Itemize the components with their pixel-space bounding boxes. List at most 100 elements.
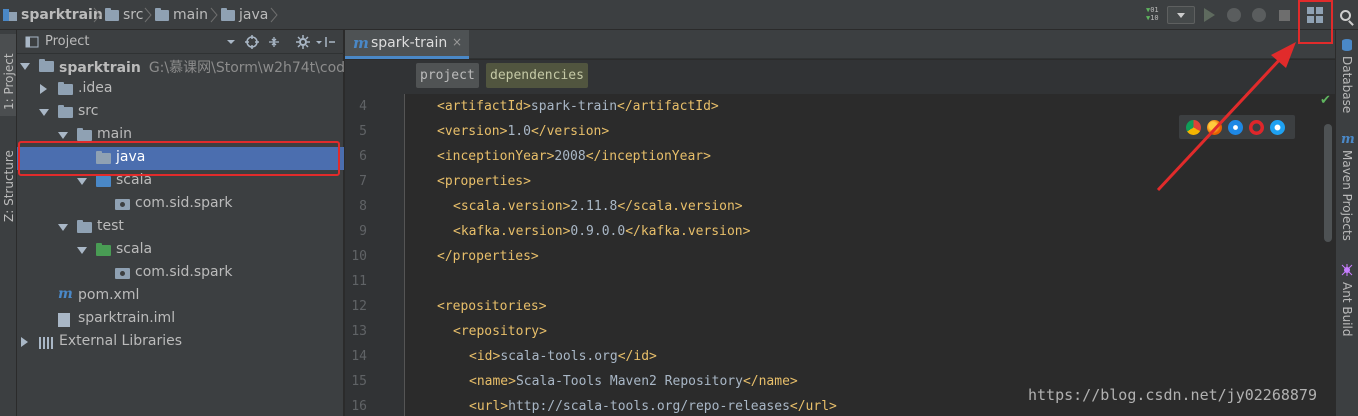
xml-breadcrumb-dependencies[interactable]: dependencies [486, 63, 588, 88]
package-icon [115, 199, 130, 210]
line-number: 13 [351, 324, 367, 339]
chrome-icon[interactable] [1186, 119, 1201, 135]
xml-tag: <inceptionYear> [437, 149, 555, 164]
xml-breadcrumb-bar: project dependencies [345, 60, 1335, 94]
source-folder-icon [96, 174, 111, 187]
nav-crumb-project[interactable]: sparktrain [3, 0, 103, 30]
line-number: 10 [351, 249, 367, 264]
chevron-right-icon [144, 7, 152, 23]
folder-icon [58, 105, 73, 118]
locate-target-icon[interactable] [245, 35, 259, 49]
project-panel-title[interactable]: Project [45, 34, 89, 49]
nav-crumb-main[interactable]: main [155, 0, 208, 30]
tree-row[interactable]: src [17, 101, 344, 124]
safari-icon[interactable] [1228, 119, 1243, 135]
nav-crumb-java[interactable]: java [221, 0, 268, 30]
nav-crumb-src[interactable]: src [105, 0, 143, 30]
nav-crumb-label: src [123, 7, 144, 23]
tool-tab-maven-projects[interactable]: Maven Projects [1340, 150, 1354, 241]
xml-text: 2.11.8 [570, 199, 618, 214]
gear-icon[interactable] [296, 35, 310, 49]
run-button[interactable] [1199, 5, 1219, 25]
line-number: 8 [359, 199, 367, 214]
xml-tag: </properties> [437, 249, 539, 264]
xml-tag: </inceptionYear> [585, 149, 711, 164]
chevron-down-icon[interactable] [20, 63, 30, 70]
line-number: 4 [359, 99, 367, 114]
tree-row-label: src [78, 103, 98, 119]
tool-tab-database[interactable]: Database [1340, 56, 1354, 113]
tree-row[interactable]: com.sid.spark [17, 262, 344, 285]
chevron-down-icon[interactable] [58, 132, 68, 139]
no-errors-check-icon: ✔ [1320, 93, 1331, 108]
xml-text: 2008 [554, 149, 586, 164]
chevron-down-icon[interactable] [77, 178, 87, 185]
tree-item-name: pom.xml [78, 287, 140, 303]
code-editor[interactable]: <artifactId>spark-train</artifactId> <ver… [406, 94, 1318, 416]
chevron-right-icon [93, 7, 101, 23]
code-line: <url>http://scala-tools.org/repo-release… [469, 399, 837, 414]
project-panel: Project sparktrain G:\慕课网\Storm\w2h74t\co… [17, 30, 344, 416]
xml-text: 0.9.0.0 [570, 224, 626, 239]
tool-tab-structure[interactable]: Z: Structure [2, 150, 16, 222]
navigation-bar: sparktrain src main java ▼01 ▼10 [0, 0, 1358, 30]
ant-icon [1341, 264, 1353, 276]
folder-icon [77, 128, 92, 141]
opera-icon[interactable] [1249, 119, 1264, 135]
tree-row[interactable]: External Libraries [17, 331, 344, 354]
tree-row[interactable]: sparktrain G:\慕课网\Storm\w2h74t\code\ [17, 55, 344, 78]
tree-row[interactable]: scala [17, 239, 344, 262]
tree-item-name: External Libraries [59, 333, 182, 349]
tree-row-label: scala [116, 241, 152, 257]
maven-icon: m [353, 34, 369, 52]
tree-row[interactable]: sparktrain.iml [17, 308, 344, 331]
xml-text: Scala-Tools Maven2 Repository [515, 374, 743, 389]
xml-breadcrumb-project[interactable]: project [416, 63, 479, 88]
chevron-right-icon[interactable] [40, 84, 47, 94]
maven-icon: m [58, 286, 73, 302]
project-panel-header: Project [17, 30, 344, 54]
firefox-icon[interactable] [1207, 119, 1222, 135]
chevron-down-icon[interactable] [39, 109, 49, 116]
tree-row[interactable]: com.sid.spark [17, 193, 344, 216]
line-number: 9 [359, 224, 367, 239]
xml-tag: <url> [469, 399, 509, 414]
chevron-down-icon [1177, 12, 1185, 18]
editor-tab-spark-train[interactable]: m spark-train × [345, 30, 469, 59]
collapse-all-icon[interactable] [267, 35, 281, 49]
chevron-down-icon[interactable] [58, 224, 68, 231]
line-number: 6 [359, 149, 367, 164]
right-tool-strip: Database m Maven Projects Ant Build [1335, 30, 1358, 416]
search-everywhere-button[interactable] [1335, 5, 1355, 25]
tree-row[interactable]: .idea [17, 78, 344, 101]
chevron-down-icon[interactable] [224, 35, 238, 49]
close-icon[interactable]: × [452, 35, 462, 49]
debug-button[interactable] [1224, 5, 1244, 25]
code-line: <version>1.0</version> [437, 124, 609, 139]
hide-panel-icon[interactable] [323, 35, 337, 49]
tree-row[interactable]: m pom.xml [17, 285, 344, 308]
build-project-icon[interactable]: ▼01 ▼10 [1146, 6, 1159, 22]
run-configuration-dropdown[interactable] [1167, 6, 1195, 24]
tool-tab-ant-build[interactable]: Ant Build [1340, 282, 1354, 336]
code-line: <scala.version>2.11.8</scala.version> [453, 199, 743, 214]
nav-crumb-label: sparktrain [21, 7, 103, 23]
bug-icon [1227, 8, 1241, 22]
line-number: 14 [351, 349, 367, 364]
tree-row[interactable]: test [17, 216, 344, 239]
folder-icon [105, 7, 119, 21]
stop-button[interactable] [1274, 5, 1294, 25]
project-path: G:\慕课网\Storm\w2h74t\code\ [148, 60, 344, 76]
code-line: <artifactId>spark-train</artifactId> [437, 99, 719, 114]
internet-explorer-icon[interactable] [1270, 119, 1285, 135]
chevron-down-icon[interactable] [77, 247, 87, 254]
chevron-right-icon[interactable] [21, 337, 28, 347]
tree-item-name: sparktrain.iml [78, 310, 176, 326]
coverage-button[interactable] [1249, 5, 1269, 25]
editor-scrollbar[interactable] [1324, 124, 1332, 242]
xml-tag: </scala.version> [617, 199, 743, 214]
tool-tab-project[interactable]: 1: Project [2, 53, 16, 110]
tree-row-label: com.sid.spark [135, 195, 233, 211]
xml-tag: </version> [530, 124, 610, 139]
stop-icon [1278, 9, 1290, 21]
